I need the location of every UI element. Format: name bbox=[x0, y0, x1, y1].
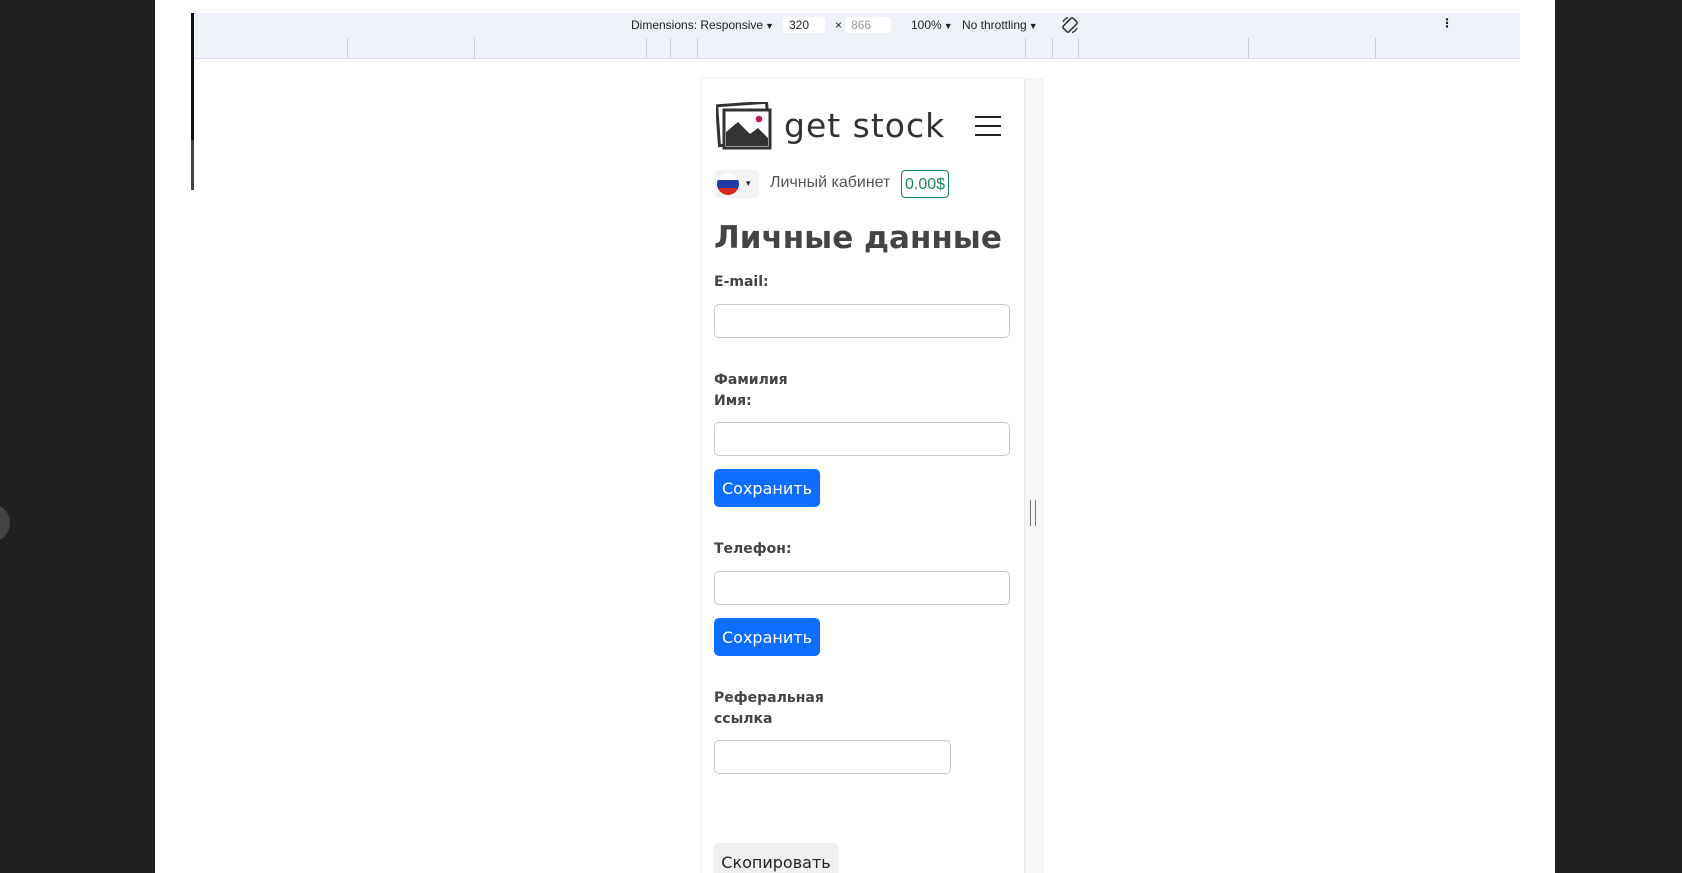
ruler-tick bbox=[1025, 38, 1026, 58]
caret-down-icon: ▾ bbox=[746, 178, 751, 188]
rotate-icon[interactable] bbox=[1060, 15, 1080, 38]
resize-handle[interactable] bbox=[1030, 500, 1036, 526]
referral-label: Реферальная ссылка bbox=[714, 690, 824, 727]
ruler-tick bbox=[347, 38, 348, 58]
photo-stack-icon[interactable] bbox=[715, 100, 772, 150]
panel-edge-shade bbox=[191, 140, 194, 190]
media-query-ruler bbox=[194, 38, 1520, 59]
device-toolbar: Dimensions: Responsive ▼ 320 × 866 100% ▼ … bbox=[194, 13, 1520, 39]
brand-name[interactable]: get stock bbox=[784, 106, 945, 145]
width-input[interactable]: 320 bbox=[783, 17, 825, 33]
device-page: get stock ▾ Личный кабинет 0.00$ Личные … bbox=[702, 78, 1024, 873]
ruler-tick bbox=[1248, 38, 1249, 58]
device-frame-shade bbox=[1024, 78, 1044, 873]
email-field[interactable] bbox=[714, 304, 1010, 338]
zoom-dropdown[interactable]: 100% ▼ bbox=[911, 18, 953, 32]
throttling-dropdown[interactable]: No throttling ▼ bbox=[962, 18, 1038, 32]
phone-label: Телефон: bbox=[714, 541, 792, 557]
ruler-tick bbox=[1375, 38, 1376, 58]
name-label: Фамилия Имя: bbox=[714, 372, 788, 409]
phone-field[interactable] bbox=[714, 571, 1010, 605]
caret-down-icon: ▼ bbox=[943, 21, 953, 31]
height-input[interactable]: 866 bbox=[845, 17, 891, 33]
ruler-tick bbox=[646, 38, 647, 58]
name-field[interactable] bbox=[714, 422, 1010, 456]
ruler-tick bbox=[697, 38, 698, 58]
caret-down-icon: ▼ bbox=[765, 21, 774, 31]
ruler-tick bbox=[1078, 38, 1079, 58]
browser-viewport: Dimensions: Responsive ▼ 320 × 866 100% ▼ … bbox=[155, 0, 1555, 873]
language-dropdown[interactable]: ▾ bbox=[715, 170, 759, 198]
save-name-button[interactable]: Сохранить bbox=[714, 469, 820, 507]
more-vertical-icon[interactable]: ⋮ bbox=[1441, 16, 1453, 30]
ruler-tick bbox=[670, 38, 671, 58]
caret-down-icon: ▼ bbox=[1028, 21, 1038, 31]
page-title: Личные данные bbox=[714, 220, 1002, 256]
referral-field[interactable] bbox=[714, 740, 951, 774]
hamburger-icon[interactable] bbox=[975, 116, 1001, 136]
cabinet-link[interactable]: Личный кабинет bbox=[770, 174, 890, 192]
balance-badge[interactable]: 0.00$ bbox=[901, 170, 950, 198]
times-sign: × bbox=[835, 18, 843, 32]
dimensions-dropdown[interactable]: Dimensions: Responsive ▼ bbox=[631, 18, 774, 32]
ruler-tick bbox=[474, 38, 475, 58]
side-handle[interactable] bbox=[0, 505, 10, 541]
russia-flag-icon bbox=[717, 173, 739, 195]
save-phone-button[interactable]: Сохранить bbox=[714, 618, 820, 656]
copy-button[interactable]: Скопировать bbox=[714, 843, 838, 873]
email-label: E-mail: bbox=[714, 274, 769, 290]
ruler-tick bbox=[1052, 38, 1053, 58]
